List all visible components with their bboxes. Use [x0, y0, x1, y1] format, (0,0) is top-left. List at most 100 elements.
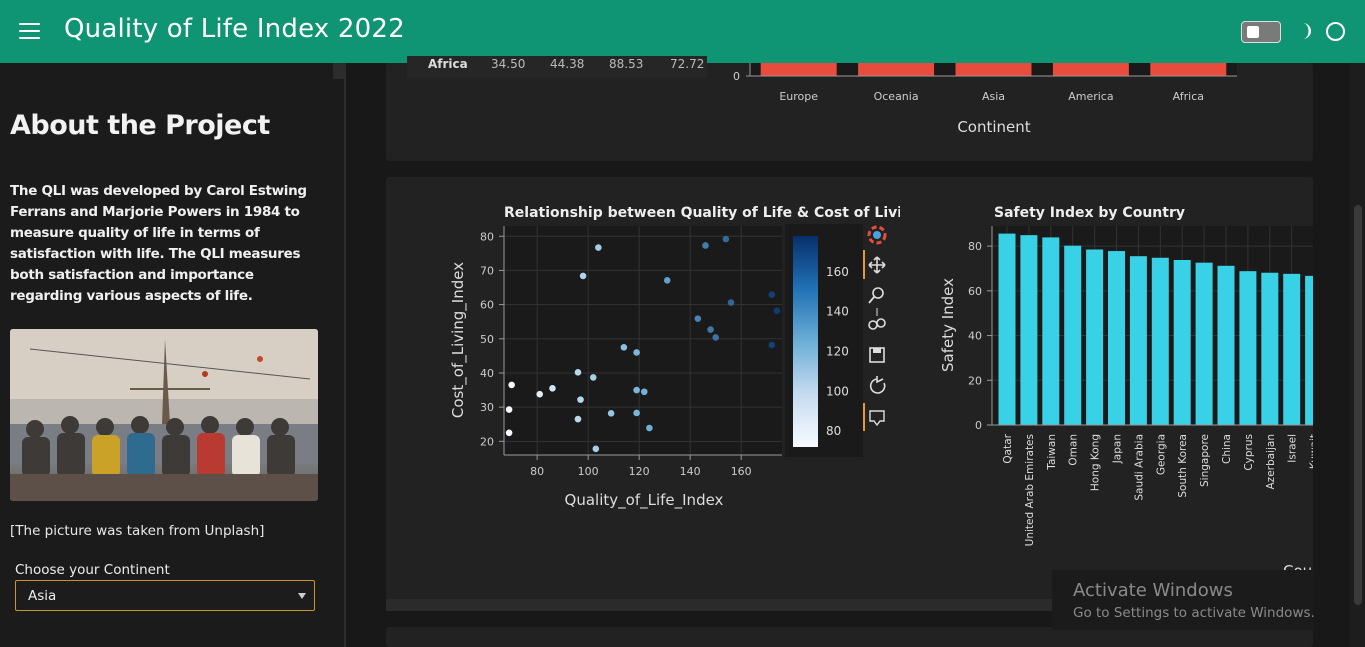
reset-icon	[869, 376, 886, 394]
y-tick-label: 40	[968, 330, 982, 343]
continent-select-label: Choose your Continent	[15, 562, 170, 578]
scatter-point	[694, 315, 702, 322]
app-header: Quality of Life Index 2022	[0, 0, 1365, 63]
chart-title: Safety Index by Country	[994, 205, 1185, 221]
about-text: The QLI was developed by Carol Estwing F…	[10, 183, 307, 304]
scatter-point	[712, 334, 719, 341]
scatter-point	[633, 409, 640, 417]
table-cell: 34.50	[491, 57, 526, 71]
y-tick-label: 20	[968, 374, 982, 387]
scatter-point	[577, 396, 584, 403]
x-tick-label: Hong Kong	[1090, 434, 1102, 491]
scatter-point	[663, 277, 671, 284]
colorbar-tick-label: 160	[826, 265, 849, 279]
x-tick-label: Oman	[1068, 434, 1080, 466]
x-tick-label: 160	[731, 465, 752, 478]
scatter-point	[595, 244, 602, 251]
hamburger-menu-icon[interactable]	[19, 23, 40, 39]
colorbar	[793, 236, 818, 447]
y-axis-label: Safety Index	[939, 278, 957, 372]
scatter-point	[768, 341, 776, 349]
scatter-point	[633, 386, 640, 394]
y-axis-label: Cost_of_Living_Index	[449, 262, 468, 418]
x-tick-label: Saudi Arabia	[1133, 434, 1145, 501]
scatter-point	[505, 429, 513, 437]
bar	[1150, 63, 1227, 76]
scatter-point	[768, 291, 776, 298]
scatter-point	[633, 349, 640, 356]
bar	[1129, 256, 1147, 425]
app-title: Quality of Life Index 2022	[64, 14, 405, 44]
y-tick-label: 60	[480, 299, 494, 312]
x-tick-label: Qatar	[1002, 433, 1014, 463]
x-tick-label: Azerbaijan	[1265, 434, 1277, 490]
x-tick-label: Oceania	[874, 90, 919, 103]
bar	[1239, 271, 1257, 425]
chart-title: Relationship between Quality of Life & C…	[504, 205, 900, 221]
bar	[858, 63, 935, 76]
pan-icon	[868, 256, 886, 274]
scatter-point	[702, 242, 709, 249]
box-zoom-icon	[872, 287, 884, 299]
save-icon-label	[873, 348, 881, 353]
about-title: About the Project	[10, 110, 270, 141]
scatter-point	[640, 388, 648, 396]
bar	[1261, 272, 1279, 425]
scatter-point	[707, 326, 714, 333]
moon-icon[interactable]	[1294, 22, 1312, 40]
y-tick-label: 0	[975, 419, 982, 432]
table-cell: 44.38	[550, 57, 585, 71]
sidebar-scrollbar[interactable]	[333, 63, 345, 79]
x-tick-label: Israel	[1287, 434, 1299, 463]
x-tick-label: Japan	[1112, 434, 1124, 464]
scatter-chart: Relationship between Quality of Life & C…	[449, 205, 900, 510]
theme-toggle[interactable]	[1241, 21, 1281, 43]
table-row: Africa 34.50 44.38 88.53 72.72	[407, 56, 707, 78]
bar	[955, 63, 1032, 76]
bar	[1020, 235, 1038, 425]
windows-watermark-title: Activate Windows	[1073, 580, 1233, 601]
y-tick-label: 60	[968, 285, 982, 298]
circle-icon[interactable]	[1326, 22, 1345, 41]
plot-area	[504, 226, 782, 455]
x-tick-label: 80	[530, 465, 544, 478]
box-zoom-handle	[868, 296, 875, 304]
scatter-point	[536, 390, 544, 398]
x-axis-label: Quality_of_Life_Index	[565, 491, 724, 510]
wheel-zoom-icon	[868, 320, 878, 330]
scatter-point	[620, 344, 628, 351]
bar	[1086, 249, 1104, 425]
x-tick-label: Georgia	[1155, 434, 1167, 475]
x-tick-label: America	[1068, 90, 1113, 103]
scatter-point	[574, 415, 582, 423]
scatter-point	[773, 307, 781, 315]
continent-select[interactable]: Asia	[15, 580, 315, 611]
main-scrollbar-thumb[interactable]	[1354, 205, 1362, 605]
bar	[760, 63, 837, 76]
project-photo	[10, 329, 318, 501]
scatter-point	[508, 381, 515, 389]
scatter-point	[727, 299, 735, 306]
table-cell: 72.72	[670, 57, 705, 71]
y-tick-label: 20	[480, 435, 494, 448]
bar	[1151, 257, 1169, 425]
x-axis-label: Continent	[957, 118, 1030, 136]
x-tick-label: Cyprus	[1243, 434, 1255, 471]
y-tick-label: 80	[480, 230, 494, 243]
x-tick-label: Taiwan	[1046, 434, 1058, 471]
bar	[1064, 245, 1082, 425]
y-tick-label: 30	[480, 401, 494, 414]
x-tick-label: Africa	[1173, 90, 1204, 103]
scatter-point	[592, 445, 600, 453]
colorbar-tick-label: 100	[826, 384, 849, 398]
bar	[1217, 265, 1235, 425]
table-cell: 88.53	[609, 57, 644, 71]
x-tick-label: Kuwait	[1309, 434, 1313, 469]
x-tick-label: Europe	[779, 90, 818, 103]
x-tick-label: 140	[680, 465, 701, 478]
x-tick-label: 120	[629, 465, 650, 478]
windows-watermark-subtitle: Go to Settings to activate Windows.	[1073, 605, 1315, 621]
bar	[1042, 237, 1060, 425]
scatter-point	[549, 385, 556, 392]
bar	[1108, 251, 1125, 425]
